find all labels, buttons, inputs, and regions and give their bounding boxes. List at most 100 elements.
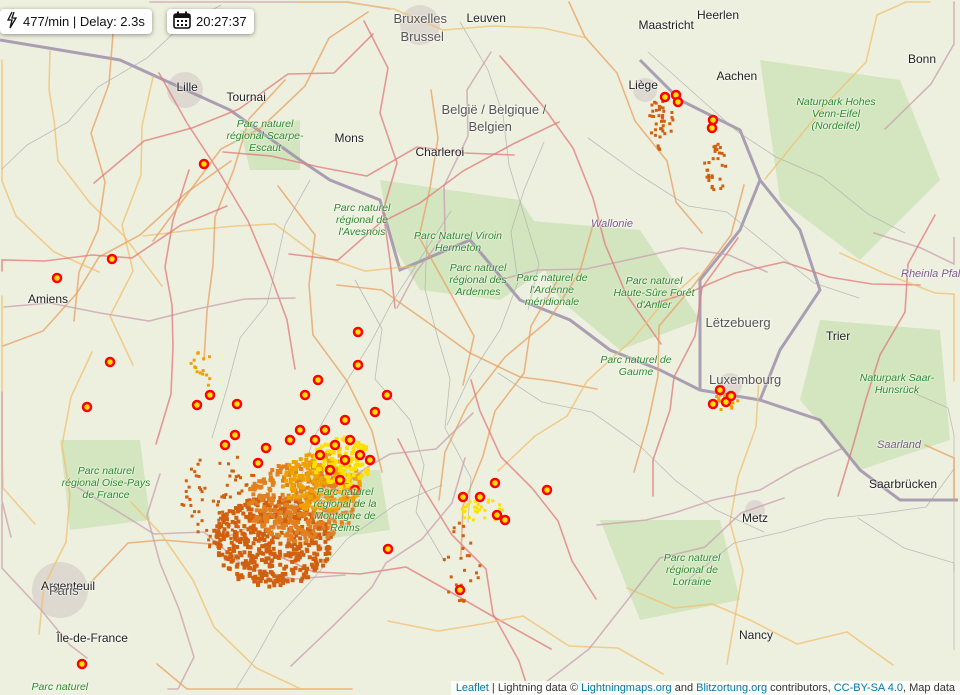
- strike-mark: [287, 463, 292, 468]
- strike-mark: [250, 500, 255, 505]
- strike-mark: [707, 178, 711, 182]
- license-link[interactable]: CC-BY-SA 4.0: [834, 682, 903, 694]
- strike-mark: [218, 511, 222, 515]
- place-label: Bruxelles: [393, 11, 447, 26]
- strike-mark: [278, 562, 283, 567]
- strike-mark: [705, 175, 709, 179]
- strike-mark: [658, 105, 662, 109]
- strike-mark: [671, 118, 675, 122]
- strike-mark: [663, 132, 667, 136]
- strike-mark: [258, 485, 263, 490]
- strike-mark: [253, 537, 258, 542]
- strike-mark: [228, 554, 233, 559]
- strike-mark: [278, 470, 283, 475]
- strike-mark: [251, 492, 256, 497]
- strike-mark: [268, 512, 273, 517]
- strike-mark: [252, 473, 256, 477]
- park-label: Parc naturel Haute-Sûre Forêt d'Anlier: [613, 275, 695, 311]
- strike-mark: [710, 184, 714, 188]
- strike-mark: [233, 536, 238, 541]
- strike-mark: [491, 499, 495, 503]
- strike-mark: [312, 551, 317, 556]
- attribution: Leaflet | Lightning data © Lightningmaps…: [450, 681, 960, 695]
- strike-mark: [279, 465, 284, 470]
- strike-mark: [278, 578, 283, 583]
- park-label: Parc naturel régional de Lorraine: [663, 552, 721, 588]
- strike-mark: [201, 369, 205, 373]
- strike-mark: [283, 478, 288, 483]
- strike-mark: [469, 541, 473, 545]
- recent-strike: [659, 91, 671, 103]
- blitzortung-link[interactable]: Blitzortung.org: [696, 682, 767, 694]
- strike-mark: [275, 532, 280, 537]
- strike-mark: [222, 514, 226, 518]
- strike-mark: [298, 536, 303, 541]
- strike-mark: [255, 582, 260, 587]
- strike-mark: [251, 513, 255, 517]
- strike-mark: [314, 470, 319, 475]
- leaflet-link[interactable]: Leaflet: [456, 682, 489, 694]
- strike-mark: [290, 578, 295, 583]
- strike-mark: [298, 457, 303, 462]
- strike-mark: [271, 524, 276, 529]
- strike-mark: [245, 505, 249, 509]
- time-control[interactable]: 20:27:37: [167, 9, 254, 34]
- strike-mark: [234, 475, 238, 479]
- strike-mark: [736, 399, 740, 403]
- strike-mark: [193, 470, 197, 474]
- strike-mark: [306, 470, 311, 475]
- strike-mark: [203, 486, 207, 490]
- recent-strike: [381, 389, 393, 401]
- strike-mark: [710, 174, 714, 178]
- strike-mark: [184, 489, 188, 493]
- place-label: Brussel: [400, 29, 444, 44]
- strike-mark: [224, 517, 229, 522]
- place-label: Maastricht: [638, 18, 694, 32]
- recent-strike: [499, 514, 511, 526]
- strike-mark: [285, 579, 290, 584]
- strike-mark: [271, 493, 276, 498]
- recent-strike: [294, 424, 306, 436]
- strike-mark: [266, 556, 271, 561]
- strike-mark: [468, 500, 472, 504]
- strike-mark: [256, 530, 261, 535]
- strike-mark: [270, 532, 275, 537]
- strike-mark: [293, 566, 298, 571]
- strike-mark: [253, 486, 258, 491]
- strike-mark: [720, 163, 724, 167]
- strike-mark: [247, 571, 252, 576]
- strike-mark: [289, 526, 294, 531]
- strike-mark: [189, 503, 193, 507]
- place-label: Lëtzebuerg: [705, 315, 771, 330]
- strike-mark: [297, 551, 302, 556]
- strike-mark: [301, 552, 306, 557]
- strike-mark: [247, 553, 252, 558]
- strike-mark: [234, 564, 239, 569]
- strike-mark: [239, 573, 244, 578]
- strike-mark: [288, 554, 293, 559]
- strike-mark: [287, 519, 292, 524]
- lightningmaps-link[interactable]: Lightningmaps.org: [581, 682, 672, 694]
- strike-mark: [293, 460, 298, 465]
- strike-mark: [303, 463, 308, 468]
- strike-mark: [446, 555, 450, 559]
- strike-mark: [711, 157, 715, 161]
- place-label: Heerlen: [697, 8, 740, 22]
- strike-mark: [274, 554, 279, 559]
- strike-mark: [311, 535, 316, 540]
- strike-mark: [224, 521, 229, 526]
- strike-mark: [249, 486, 254, 491]
- strike-mark: [365, 472, 370, 477]
- strike-mark: [200, 519, 204, 523]
- strike-mark: [329, 449, 334, 454]
- strike-mark: [657, 146, 661, 150]
- strike-mark: [188, 497, 192, 501]
- strike-mark: [234, 515, 239, 520]
- recent-strike: [491, 509, 503, 521]
- recent-strike: [474, 491, 486, 503]
- strike-mark: [669, 129, 673, 133]
- strike-mark: [649, 131, 653, 135]
- strike-mark: [659, 119, 663, 123]
- strike-mark: [208, 534, 212, 538]
- recent-strike: [364, 454, 376, 466]
